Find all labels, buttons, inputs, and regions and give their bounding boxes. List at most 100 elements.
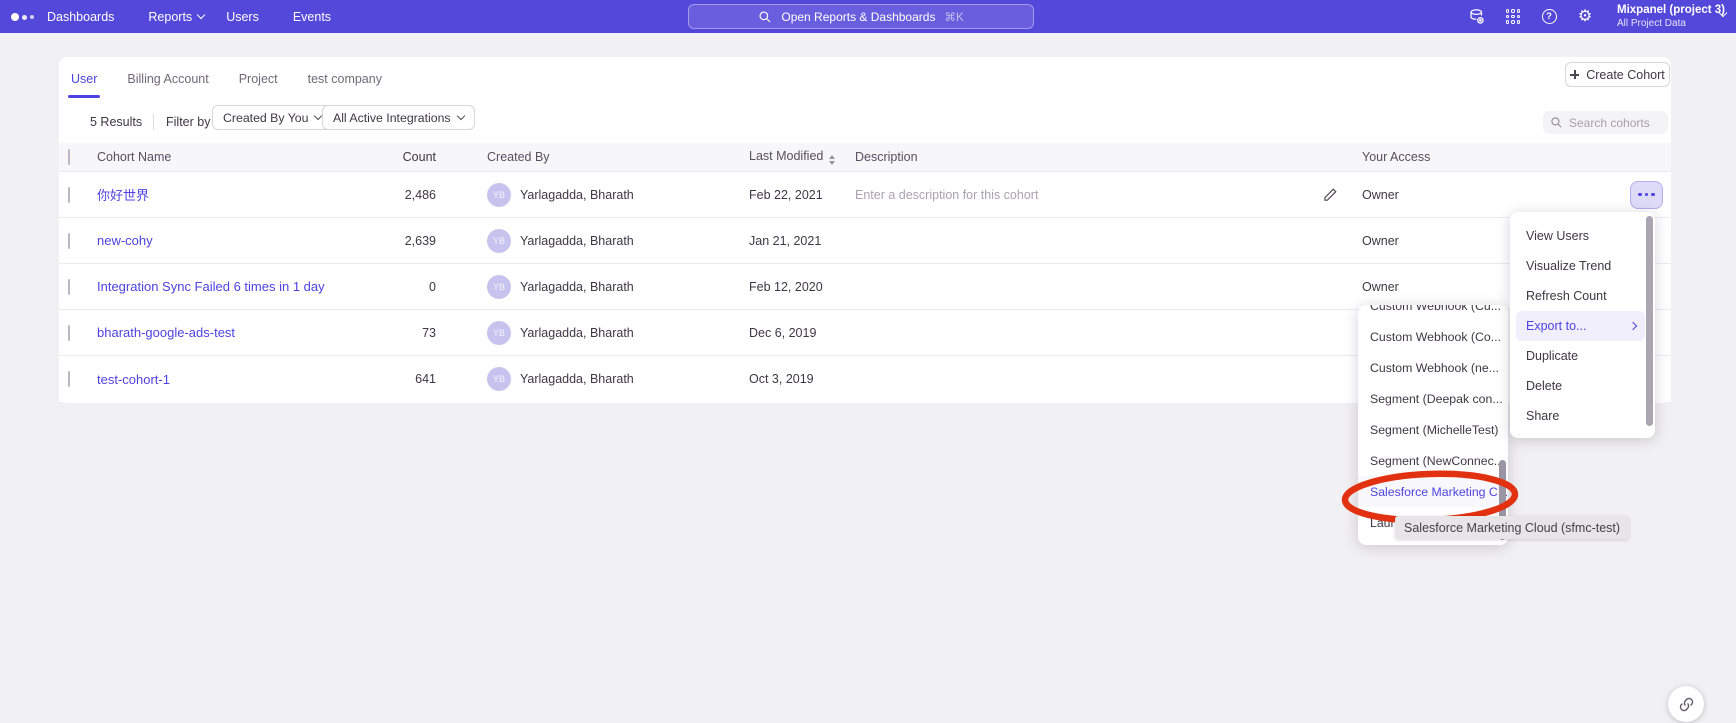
export-submenu-item[interactable]: Custom Webhook (ne... — [1358, 352, 1508, 383]
mixpanel-logo-icon[interactable] — [11, 13, 34, 21]
select-all-checkbox[interactable] — [68, 149, 70, 165]
link-icon — [1678, 696, 1695, 713]
description-placeholder[interactable]: Enter a description for this cohort — [855, 188, 1299, 202]
context-menu-item-label: Duplicate — [1526, 349, 1578, 363]
cohort-name-link[interactable]: test-cohort-1 — [97, 372, 170, 387]
export-submenu-item[interactable]: Segment (MichelleTest) — [1358, 414, 1508, 445]
cohort-count: 0 — [356, 280, 436, 294]
apps-grid-icon[interactable] — [1504, 8, 1522, 26]
header-last-modified[interactable]: Last Modified — [749, 149, 855, 165]
tab[interactable]: Billing Account — [124, 57, 211, 100]
export-submenu-item[interactable]: Custom Webhook (Cu... — [1358, 305, 1508, 321]
create-cohort-button[interactable]: Create Cohort — [1565, 62, 1670, 87]
nav-link[interactable]: Reports — [148, 10, 204, 24]
tab[interactable]: test company — [305, 57, 385, 100]
submenu-arrow-icon — [1629, 322, 1637, 330]
keyboard-shortcut: ⌘K — [944, 10, 963, 24]
author-name: Yarlagadda, Bharath — [520, 326, 634, 340]
avatar: YB — [487, 183, 511, 207]
sort-icon — [829, 155, 835, 165]
tab-label: Project — [239, 72, 278, 86]
row-checkbox[interactable] — [68, 233, 70, 249]
nav-link[interactable]: Events — [293, 10, 343, 24]
context-menu-item-label: Export to... — [1526, 319, 1586, 333]
global-search-button[interactable]: Open Reports & Dashboards ⌘K — [688, 4, 1034, 29]
table-row: Integration Sync Failed 6 times in 1 day… — [59, 264, 1671, 310]
project-switcher[interactable]: Mixpanel (project 3) All Project Data — [1617, 4, 1725, 30]
search-icon — [1550, 116, 1563, 129]
nav-links: Dashboards Reports Users Events — [47, 0, 343, 33]
tab[interactable]: Project — [236, 57, 281, 100]
nav-icon-group: ? ⚙ — [1468, 0, 1594, 33]
header-description: Description — [855, 150, 1299, 164]
export-submenu-item-label: Segment (NewConnec... — [1370, 454, 1504, 468]
export-submenu-item-label: Segment (MichelleTest) — [1370, 423, 1498, 437]
access-level: Owner — [1362, 188, 1630, 202]
context-menu-item[interactable]: Share — [1516, 401, 1645, 431]
cohort-name-link[interactable]: new-cohy — [97, 233, 153, 248]
row-checkbox[interactable] — [68, 371, 70, 387]
tab-label: test company — [308, 72, 382, 86]
filter-by-label: Filter by — [166, 115, 210, 129]
avatar: YB — [487, 229, 511, 253]
integrations-filter-dropdown[interactable]: All Active Integrations — [322, 105, 475, 130]
table-header: Cohort Name Count Created By Last Modifi… — [59, 143, 1671, 172]
data-management-icon[interactable] — [1468, 8, 1486, 26]
created-by-filter-dropdown[interactable]: Created By You — [212, 105, 332, 130]
create-cohort-label: Create Cohort — [1586, 68, 1665, 82]
export-submenu-item[interactable]: Segment (NewConnec... — [1358, 445, 1508, 476]
export-submenu-item[interactable]: Salesforce Marketing C... — [1358, 476, 1508, 507]
row-actions-button[interactable] — [1630, 181, 1663, 209]
nav-link[interactable]: Users — [226, 10, 271, 24]
context-menu-item[interactable]: View Users — [1516, 221, 1645, 251]
row-checkbox[interactable] — [68, 187, 70, 203]
integrations-filter-label: All Active Integrations — [333, 111, 451, 125]
context-menu-item[interactable]: Visualize Trend — [1516, 251, 1645, 281]
nav-link-label: Events — [293, 10, 331, 24]
header-created-by: Created By — [487, 150, 749, 164]
context-menu-item[interactable]: Delete — [1516, 371, 1645, 401]
copy-link-button[interactable] — [1668, 686, 1704, 722]
nav-link[interactable]: Dashboards — [47, 10, 126, 24]
nav-link-label: Dashboards — [47, 10, 114, 24]
cohort-name-link[interactable]: 你好世界 — [97, 188, 149, 203]
edit-pencil-icon[interactable] — [1323, 187, 1338, 202]
search-cohorts-box — [1543, 111, 1668, 134]
avatar: YB — [487, 275, 511, 299]
author-name: Yarlagadda, Bharath — [520, 280, 634, 294]
project-scope: All Project Data — [1617, 18, 1725, 30]
global-search-placeholder: Open Reports & Dashboards — [781, 10, 935, 24]
context-menu-item[interactable]: Refresh Count — [1516, 281, 1645, 311]
context-menu-item-label: Refresh Count — [1526, 289, 1607, 303]
cohort-name-link[interactable]: Integration Sync Failed 6 times in 1 day — [97, 279, 325, 294]
cohort-count: 2,486 — [356, 188, 436, 202]
toolbar-divider — [153, 114, 154, 130]
context-menu-item[interactable]: Export to... — [1516, 311, 1645, 341]
cohort-name-link[interactable]: bharath-google-ads-test — [97, 325, 235, 340]
context-menu-scrollbar[interactable] — [1646, 216, 1653, 426]
header-cohort-name: Cohort Name — [97, 150, 356, 164]
settings-gear-icon[interactable]: ⚙ — [1576, 8, 1594, 26]
last-modified-date: Oct 3, 2019 — [749, 372, 855, 386]
row-checkbox[interactable] — [68, 279, 70, 295]
export-submenu-item[interactable]: Segment (Deepak con... — [1358, 383, 1508, 414]
search-cohorts-input[interactable] — [1569, 116, 1661, 130]
tab[interactable]: User — [68, 57, 100, 100]
header-your-access: Your Access — [1362, 150, 1630, 164]
help-icon[interactable]: ? — [1540, 8, 1558, 26]
avatar: YB — [487, 321, 511, 345]
integration-tooltip: Salesforce Marketing Cloud (sfmc-test) — [1395, 516, 1629, 539]
results-count: 5 Results — [90, 115, 142, 129]
row-checkbox[interactable] — [68, 325, 70, 341]
tab-label: Billing Account — [127, 72, 208, 86]
context-menu-item-label: View Users — [1526, 229, 1589, 243]
tooltip-text: Salesforce Marketing Cloud (sfmc-test) — [1404, 521, 1620, 535]
created-by-filter-label: Created By You — [223, 111, 308, 125]
nav-link-label: Users — [226, 10, 259, 24]
context-menu-item-label: Share — [1526, 409, 1559, 423]
context-menu-item[interactable]: Duplicate — [1516, 341, 1645, 371]
export-submenu-item[interactable]: Custom Webhook (Co... — [1358, 321, 1508, 352]
cohort-tabs: User Billing Account Project test compan… — [68, 57, 385, 100]
export-submenu-item-label: Salesforce Marketing C... — [1370, 485, 1508, 499]
export-submenu-item-label: Segment (Deepak con... — [1370, 392, 1503, 406]
